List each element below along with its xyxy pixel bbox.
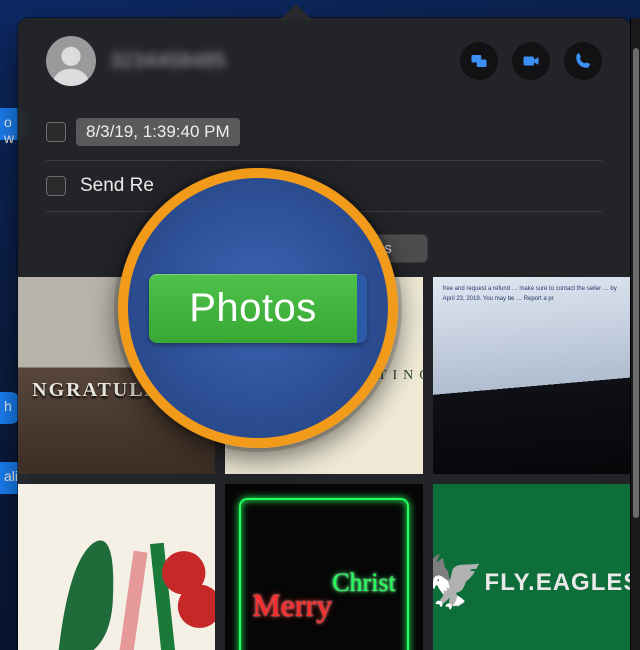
audio-call-button[interactable] [564, 42, 602, 80]
scrollbar-track[interactable] [630, 18, 640, 650]
thumb-caption: FLY. [485, 569, 536, 597]
tab-photos[interactable]: Photos [220, 234, 340, 263]
screen-share-button[interactable] [460, 42, 498, 80]
neon-border [239, 498, 408, 650]
annotation-photos-tab[interactable]: Photos [149, 274, 367, 343]
attachments-segmented-control: Photos es [46, 234, 602, 263]
phone-icon [574, 52, 592, 70]
holiday-art-icon [18, 484, 215, 650]
photo-thumbnail[interactable]: Merry Christ [225, 484, 422, 650]
checkbox[interactable] [46, 176, 66, 196]
video-icon [522, 52, 540, 70]
thumb-caption: 1st [308, 363, 334, 389]
tab-other[interactable]: es [340, 234, 428, 263]
person-silhouette-icon [48, 40, 94, 86]
do-not-disturb-row[interactable]: 8/3/19, 1:39:40 PM [46, 104, 602, 161]
photo-thumbnail[interactable]: free and request a refund … make sure to… [433, 277, 630, 474]
scrollbar-thumb[interactable] [633, 48, 639, 518]
photo-thumbnail[interactable]: 🦅 FLY. EAGLES [433, 484, 630, 650]
contact-header: 3234458485 [46, 36, 602, 86]
screen-share-icon [470, 52, 488, 70]
thumb-caption: REETING [333, 368, 422, 384]
thumb-caption: NGRATULATIC [32, 379, 201, 402]
popover-pointer [280, 4, 312, 20]
contact-name: 3234458485 [110, 50, 446, 73]
thumb-caption: ANUARY [225, 387, 307, 403]
row-label: Send Re [80, 175, 154, 197]
timestamp-pill[interactable]: 8/3/19, 1:39:40 PM [76, 118, 240, 146]
photo-thumbnail[interactable] [18, 484, 215, 650]
eagle-icon: 🦅 [433, 553, 485, 612]
thumb-caption: free and request a refund … make sure to… [443, 285, 620, 304]
thumb-caption: EAGLES [536, 569, 630, 597]
checkbox[interactable] [46, 122, 66, 142]
video-call-button[interactable] [512, 42, 550, 80]
send-read-receipts-row[interactable]: Send Re [46, 161, 602, 212]
avatar[interactable] [46, 36, 96, 86]
